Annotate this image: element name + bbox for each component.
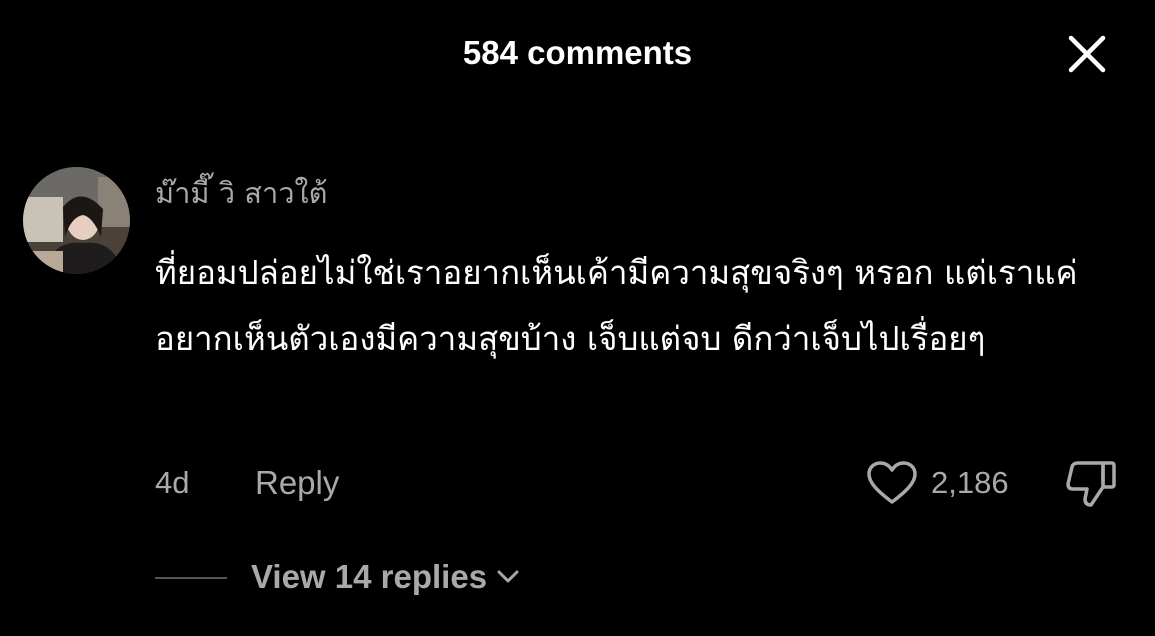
view-replies-label: View 14 replies [251, 558, 488, 595]
like-button[interactable] [864, 459, 920, 507]
reply-button[interactable]: Reply [255, 463, 339, 503]
chevron-down-icon [497, 570, 519, 583]
comments-title: 584 comments [462, 34, 693, 71]
close-icon [1068, 35, 1106, 73]
comment-username[interactable]: ม๊ามี๊ วิ สาวใต้ [155, 172, 328, 214]
thumbs-down-icon [1066, 461, 1116, 507]
heart-icon [867, 461, 917, 504]
dislike-button[interactable] [1063, 457, 1119, 509]
comment-text: ที่ยอมปล่อยไม่ใช่เราอยากเห็นเค้ามีความสุ… [155, 253, 1078, 358]
avatar[interactable] [23, 167, 130, 274]
view-replies-button[interactable]: View 14 replies [251, 556, 521, 598]
replies-divider [155, 577, 227, 579]
comment-timestamp: 4d [155, 465, 190, 500]
close-button[interactable] [1063, 30, 1111, 78]
like-count: 2,186 [931, 465, 1009, 500]
